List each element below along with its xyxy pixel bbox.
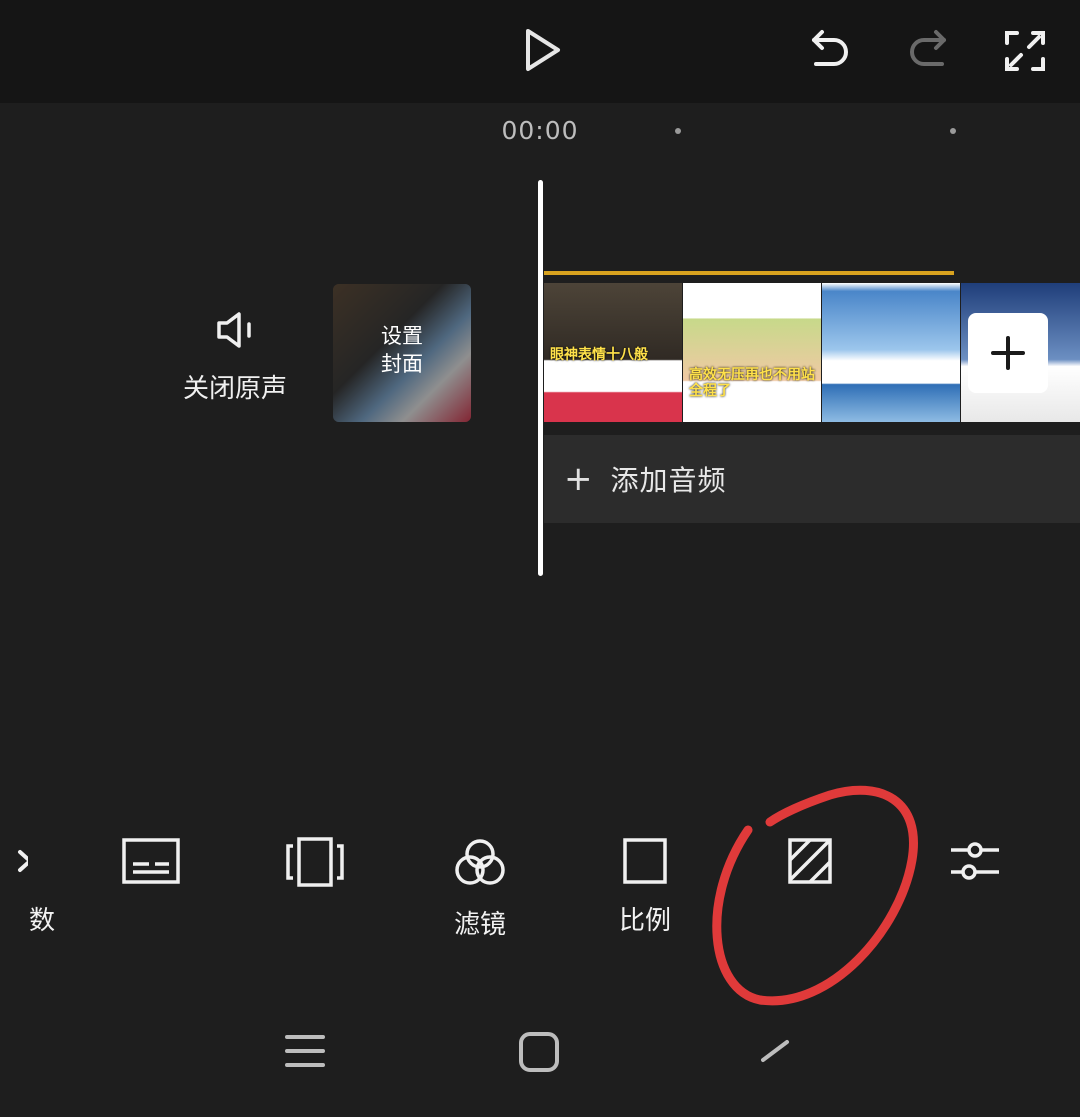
frame-caption: 眼神表情十八般 [550, 347, 648, 363]
filter-icon [455, 839, 505, 885]
ruler-tick [950, 128, 956, 134]
fullscreen-icon [1005, 31, 1045, 71]
overlay-icon [286, 837, 344, 887]
frame-caption: 高效无压再也不用站全程了 [689, 367, 815, 399]
play-button[interactable] [518, 26, 566, 74]
top-bar [0, 0, 1080, 103]
undo-button[interactable] [806, 24, 854, 76]
add-clip-button[interactable] [968, 313, 1048, 393]
back-icon [761, 1040, 789, 1062]
tool-label: 数 [28, 906, 55, 936]
plus-icon [991, 336, 1025, 370]
redo-button[interactable] [904, 24, 952, 76]
recent-apps-icon [285, 1035, 325, 1067]
tool-label: 比例 [618, 906, 671, 936]
tool-overlay[interactable] [260, 836, 370, 902]
add-audio-button[interactable]: + 添加音频 [544, 435, 1080, 523]
partial-icon [18, 850, 28, 872]
clip-frame: 高效无压再也不用站全程了 [683, 283, 821, 422]
tool-background[interactable] [755, 836, 865, 900]
background-hatch-icon [788, 838, 832, 884]
tool-aspect-ratio[interactable]: 比例 [590, 836, 700, 937]
undo-icon [812, 30, 848, 66]
set-cover-label: 设置 封面 [381, 324, 423, 376]
back-button[interactable] [752, 1027, 796, 1075]
clip-selection-line [544, 271, 954, 275]
mute-original-label: 关闭原声 [182, 374, 287, 404]
mute-original-button[interactable]: 关闭原声 [160, 310, 310, 405]
fullscreen-button[interactable] [1000, 26, 1050, 76]
clip-frame [822, 283, 960, 422]
tool-filter[interactable]: 滤镜 [425, 836, 535, 941]
aspect-ratio-icon [623, 838, 667, 884]
set-cover-button[interactable]: 设置 封面 [333, 284, 471, 422]
tool-label: 滤镜 [453, 910, 506, 940]
home-icon [519, 1032, 559, 1072]
play-icon [526, 29, 560, 71]
ruler-tick [675, 128, 681, 134]
home-button[interactable] [514, 1027, 564, 1077]
system-nav-bar [0, 1005, 1080, 1117]
tool-subtitle[interactable] [96, 836, 206, 900]
playhead[interactable] [538, 180, 543, 576]
tool-adjust[interactable] [920, 836, 1030, 900]
speaker-icon [217, 312, 251, 348]
tool-partial[interactable]: 数 [0, 836, 55, 937]
add-audio-label: 添加音频 [610, 464, 727, 497]
adjust-sliders-icon [951, 842, 999, 880]
subtitle-icon [122, 838, 180, 884]
timestamp: 00:00 [501, 116, 579, 145]
recent-apps-button[interactable] [280, 1027, 330, 1075]
redo-icon [910, 30, 946, 66]
plus-icon: + [564, 459, 593, 499]
clip-frame: 眼神表情十八般 [544, 283, 682, 422]
